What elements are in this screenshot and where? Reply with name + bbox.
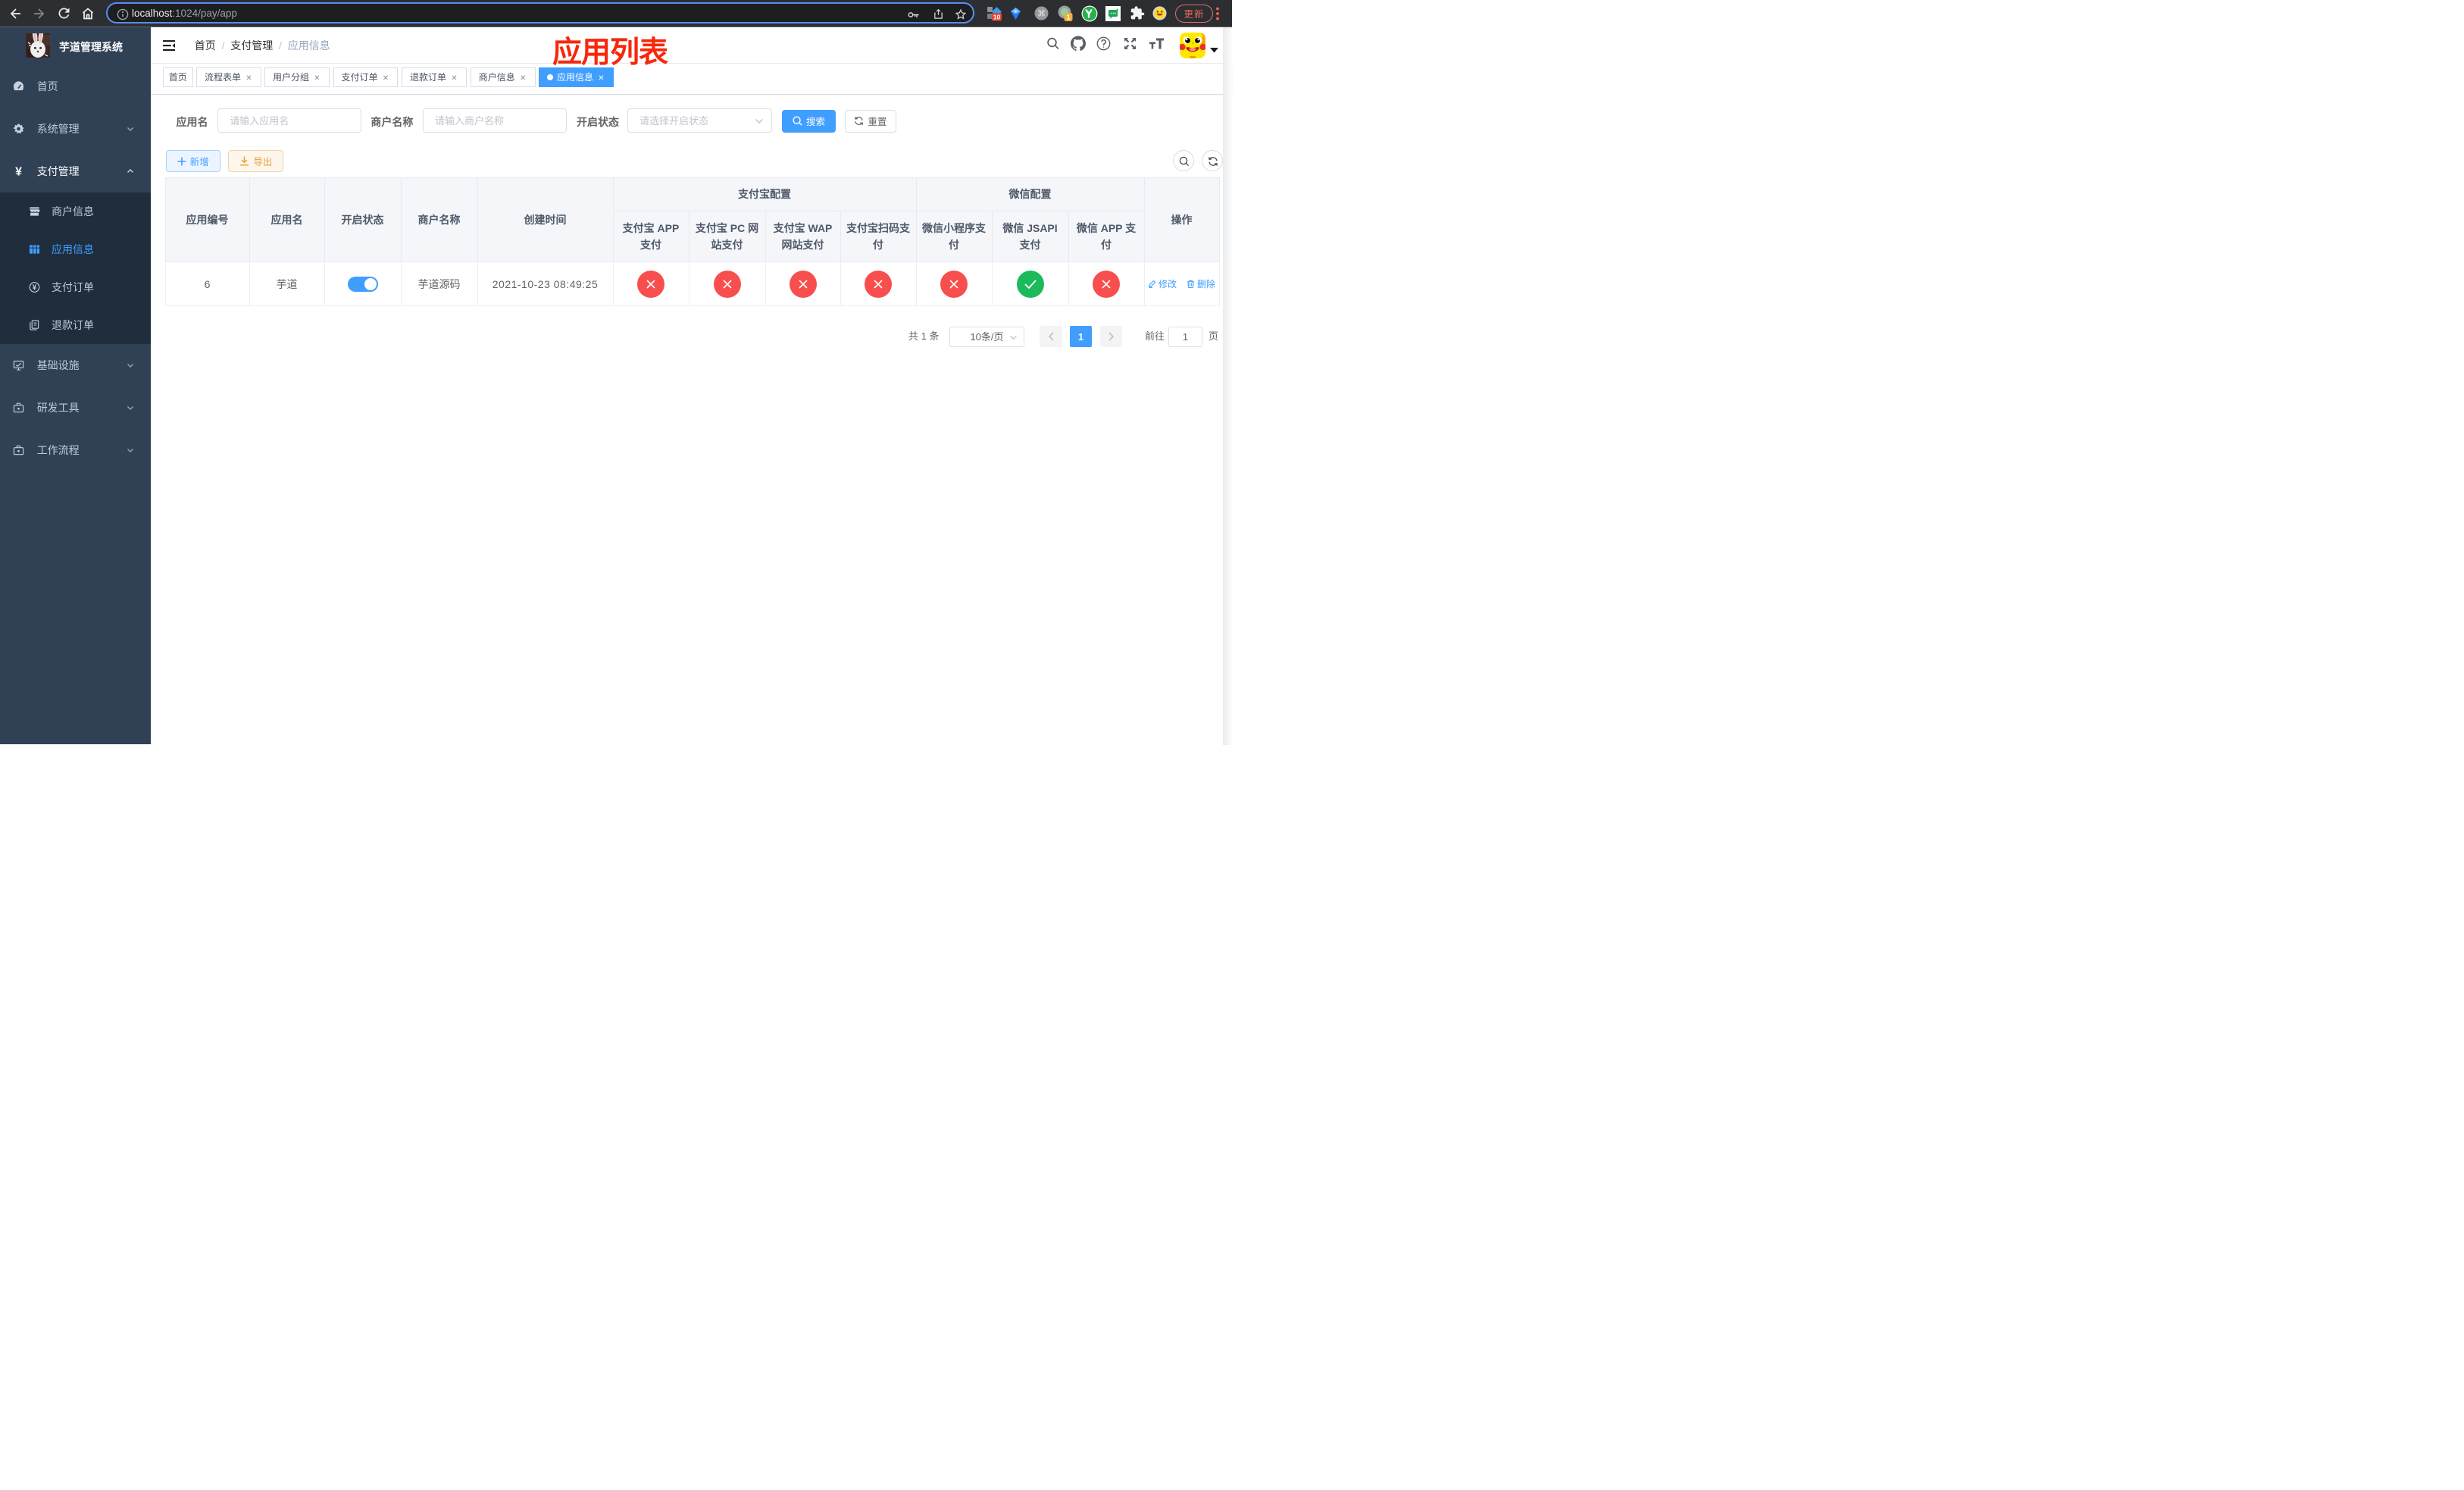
svg-text:1: 1: [1067, 13, 1071, 20]
svg-text:¥: ¥: [32, 284, 36, 293]
svg-text:⌘: ⌘: [1037, 9, 1046, 18]
svg-text:10: 10: [993, 14, 1000, 21]
svg-text:¥: ¥: [15, 166, 22, 177]
